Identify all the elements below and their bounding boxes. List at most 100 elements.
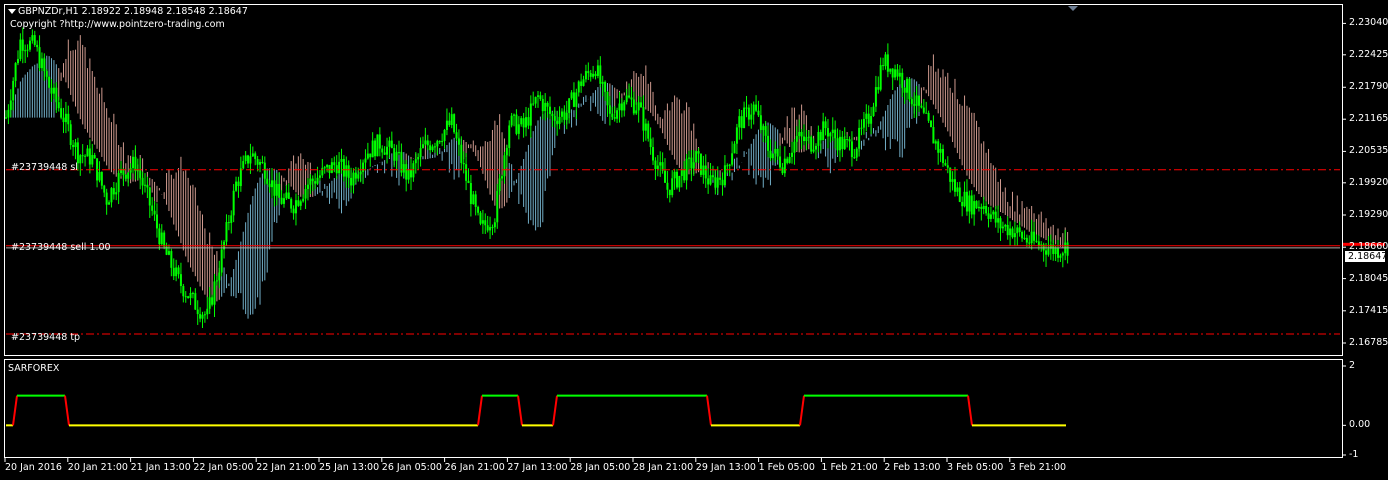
candle-body [994, 211, 997, 223]
candle-body [769, 150, 772, 159]
candle-body [623, 102, 626, 111]
candle-body [347, 165, 350, 178]
candle-body [781, 167, 784, 174]
candle-body [596, 65, 599, 76]
candle-body [304, 189, 307, 199]
candle-body [560, 111, 563, 117]
candle-body [1033, 231, 1036, 241]
candle-body [220, 249, 223, 273]
candle-body [412, 163, 415, 178]
candle-body [757, 110, 760, 116]
candle-body [249, 156, 252, 164]
candle-body [807, 136, 810, 138]
candle-body [855, 148, 858, 158]
candle-body [750, 114, 753, 120]
copyright-text: Copyright ?http://www.pointzero-trading.… [10, 19, 225, 30]
candle-body [1030, 231, 1033, 244]
price-tick-label: 2.16785 [1349, 336, 1388, 348]
candle-body [242, 161, 245, 169]
candle-body [563, 111, 566, 120]
candle-body [419, 148, 422, 158]
candle-body [148, 187, 151, 206]
candle-body [67, 113, 70, 125]
candle-body [110, 188, 113, 203]
candle-body [163, 232, 166, 247]
candle-body [297, 200, 300, 206]
candle-body [501, 176, 504, 179]
cloud-layer [7, 35, 1069, 319]
candle-body [328, 164, 331, 173]
candle-body [592, 73, 595, 77]
candle-body [896, 69, 899, 77]
time-tick-label: 25 Jan 13:00 [319, 462, 380, 473]
candle-body [803, 136, 805, 142]
price-tick-label: 2.19920 [1349, 176, 1388, 188]
candle-body [853, 157, 856, 159]
candle-body [625, 95, 628, 103]
candle-body [460, 144, 463, 163]
candle-body [57, 102, 60, 109]
candle-body [874, 87, 877, 107]
scroll-marker-icon[interactable] [1068, 6, 1078, 11]
candle-body [850, 141, 853, 158]
candle-body [520, 118, 523, 125]
candle-body [191, 293, 194, 295]
candle-body [556, 120, 559, 124]
indicator-tick-label: -1 [1349, 449, 1359, 460]
candle-body [393, 148, 396, 161]
candle-body [779, 156, 782, 168]
candle-body [692, 162, 695, 169]
candle-body [424, 140, 427, 145]
price-tick-label: 2.21165 [1349, 113, 1388, 125]
candle-body [448, 120, 451, 126]
candle-body [45, 71, 48, 77]
candle-body [1066, 242, 1069, 256]
candle-body [1009, 228, 1012, 236]
candle-body [822, 121, 825, 141]
candle-body [1011, 228, 1014, 238]
candle-body [513, 114, 516, 116]
candle-body [680, 169, 683, 176]
candle-body [726, 165, 729, 167]
candle-body [517, 124, 520, 134]
candle-body [884, 54, 887, 67]
candle-body [407, 169, 410, 180]
candle-body [316, 177, 319, 184]
candle-body [179, 274, 182, 287]
candle-body [263, 162, 266, 179]
candle-body [572, 92, 575, 107]
symbol-dropdown-icon[interactable] [8, 9, 16, 14]
candle-body [668, 189, 671, 196]
candle-body [886, 54, 889, 72]
candle-body [934, 141, 937, 144]
candle-body [575, 92, 578, 107]
candle-body [678, 175, 681, 188]
candle-body [170, 251, 173, 268]
candle-body [673, 171, 676, 179]
candle-body [55, 87, 58, 103]
candle-body [134, 156, 137, 172]
indicator-transition [517, 395, 523, 426]
candle-body [826, 128, 829, 137]
candle-body [199, 314, 202, 319]
candle-body [43, 58, 46, 72]
time-tick-label: 29 Jan 13:00 [695, 462, 756, 473]
candle-body [613, 117, 616, 119]
candle-body [330, 162, 333, 173]
candle-body [525, 117, 528, 128]
candle-body [1001, 226, 1004, 229]
price-tick-label: 2.18045 [1349, 272, 1388, 284]
candle-body [388, 140, 391, 147]
candle-body [632, 99, 635, 114]
price-tick-label: 2.17415 [1349, 304, 1388, 316]
candle-body [100, 171, 103, 186]
candle-body [1013, 233, 1016, 238]
candle-body [194, 293, 197, 310]
indicator-tick-label: 0.00 [1349, 419, 1371, 431]
chart-canvas[interactable] [0, 0, 1388, 480]
candle-body [838, 136, 841, 151]
candle-body [508, 125, 511, 148]
candle-body [302, 198, 305, 202]
candle-body [831, 129, 834, 134]
candle-body [862, 118, 865, 128]
